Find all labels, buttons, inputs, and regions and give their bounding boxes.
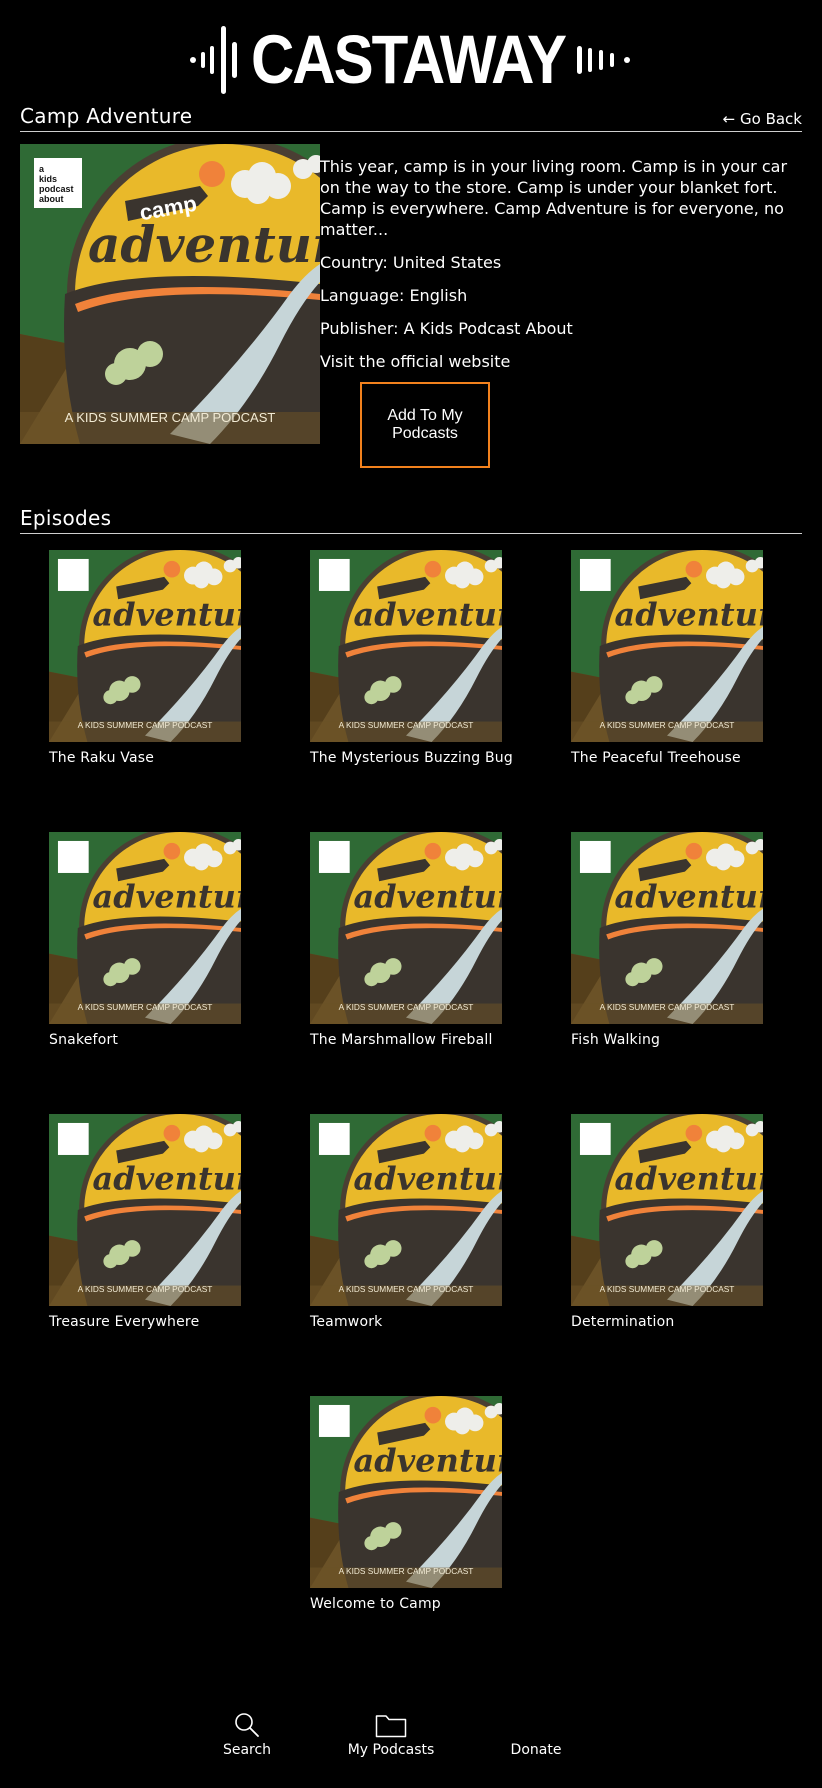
podcast-info: This year, camp is in your living room. …	[320, 156, 806, 384]
episode-thumbnail: adventure A KIDS SUMMER CAMP PODCAST	[310, 1396, 502, 1588]
art-word-adventure: adventure	[354, 1442, 502, 1480]
add-to-my-podcasts-button[interactable]: Add To My Podcasts	[360, 382, 490, 468]
episode-thumbnail: adventure A KIDS SUMMER CAMP PODCAST	[310, 1114, 502, 1306]
episode-thumbnail: adventure A KIDS SUMMER CAMP PODCAST	[310, 832, 502, 1024]
art-caption: A KIDS SUMMER CAMP PODCAST	[339, 1566, 474, 1576]
episode-thumbnail: adventure A KIDS SUMMER CAMP PODCAST	[49, 1114, 241, 1306]
episode-title: The Mysterious Buzzing Bug	[310, 750, 513, 766]
app-logo: CASTAWAY	[0, 24, 822, 96]
episode-card[interactable]: adventure A KIDS SUMMER CAMP PODCAST Welc…	[310, 1396, 520, 1612]
episode-title: Fish Walking	[571, 1032, 661, 1048]
episode-thumbnail: adventure A KIDS SUMMER CAMP PODCAST	[571, 832, 763, 1024]
art-caption: A KIDS SUMMER CAMP PODCAST	[600, 1002, 735, 1012]
podcast-description: This year, camp is in your living room. …	[320, 157, 788, 239]
podcast-cover-art: a kids podcast about camp adventure A KI…	[20, 136, 383, 452]
episode-title: Treasure Everywhere	[49, 1314, 200, 1330]
art-word-adventure: adventure	[93, 878, 241, 916]
episode-card[interactable]: adventure A KIDS SUMMER CAMP PODCAST Dete…	[571, 1114, 781, 1330]
art-word-adventure: adventure	[615, 1160, 763, 1198]
episode-title: The Raku Vase	[49, 750, 155, 766]
episodes-header: Episodes	[20, 506, 802, 534]
cover-art-image: a kids podcast about camp adventure A KI…	[20, 136, 383, 452]
nav-item-search[interactable]: Search	[187, 1710, 307, 1758]
badge-text-3: podcast	[39, 184, 74, 194]
official-website-link[interactable]: Visit the official website	[320, 351, 806, 372]
art-word-adventure: adventure	[93, 1160, 241, 1198]
go-back-link[interactable]: ← Go Back	[723, 110, 802, 128]
soundwave-right-icon	[577, 46, 631, 74]
art-caption: A KIDS SUMMER CAMP PODCAST	[78, 1002, 213, 1012]
nav-item-donate[interactable]: Donate	[476, 1710, 596, 1758]
badge-text-2: kids	[39, 174, 57, 184]
episode-thumbnail: adventure A KIDS SUMMER CAMP PODCAST	[571, 550, 763, 742]
art-word-adventure: adventure	[615, 596, 763, 634]
art-caption: A KIDS SUMMER CAMP PODCAST	[600, 720, 735, 730]
bottom-nav: Search My Podcasts Donate	[0, 1710, 822, 1770]
episode-title: Teamwork	[310, 1314, 383, 1330]
episode-thumbnail: adventure A KIDS SUMMER CAMP PODCAST	[571, 1114, 763, 1306]
episode-card[interactable]: adventure A KIDS SUMMER CAMP PODCAST The …	[571, 550, 781, 766]
episode-thumbnail: adventure A KIDS SUMMER CAMP PODCAST	[49, 550, 241, 742]
episode-title: Determination	[571, 1314, 675, 1330]
art-caption: A KIDS SUMMER CAMP PODCAST	[339, 1284, 474, 1294]
episode-card[interactable]: adventure A KIDS SUMMER CAMP PODCAST Fish…	[571, 832, 781, 1048]
episode-title: Welcome to Camp	[310, 1596, 441, 1612]
soundwave-left-icon	[189, 26, 237, 94]
episode-card[interactable]: adventure A KIDS SUMMER CAMP PODCAST The …	[49, 550, 259, 766]
app-logo-text: CASTAWAY	[250, 20, 567, 98]
art-caption: A KIDS SUMMER CAMP PODCAST	[78, 1284, 213, 1294]
search-icon	[235, 1713, 259, 1737]
episode-card[interactable]: adventure A KIDS SUMMER CAMP PODCAST The …	[310, 832, 520, 1048]
episode-card[interactable]: adventure A KIDS SUMMER CAMP PODCAST Snak…	[49, 832, 259, 1048]
nav-label-search: Search	[222, 1742, 272, 1758]
art-caption: A KIDS SUMMER CAMP PODCAST	[339, 1002, 474, 1012]
nav-label-donate: Donate	[510, 1742, 562, 1758]
podcast-header: Camp Adventure ← Go Back	[20, 104, 802, 132]
nav-label-my-podcasts: My Podcasts	[347, 1742, 435, 1758]
art-word-adventure: adventure	[354, 596, 502, 634]
art-word-adventure: adventure	[88, 215, 320, 274]
badge-text-4: about	[39, 194, 64, 204]
art-caption: A KIDS SUMMER CAMP PODCAST	[78, 720, 213, 730]
episode-thumbnail: adventure A KIDS SUMMER CAMP PODCAST	[49, 832, 241, 1024]
nav-item-my-podcasts[interactable]: My Podcasts	[331, 1710, 451, 1758]
folder-icon	[375, 1715, 407, 1738]
episode-card[interactable]: adventure A KIDS SUMMER CAMP PODCAST The …	[310, 550, 520, 766]
art-word-adventure: adventure	[354, 1160, 502, 1198]
art-word-adventure: adventure	[93, 596, 241, 634]
episode-title: Snakefort	[49, 1032, 119, 1048]
art-caption: A KIDS SUMMER CAMP PODCAST	[600, 1284, 735, 1294]
episode-title: The Marshmallow Fireball	[310, 1032, 493, 1048]
art-word-adventure: adventure	[354, 878, 502, 916]
podcast-title: Camp Adventure	[20, 104, 193, 128]
podcast-language: Language: English	[320, 286, 468, 305]
episode-title: The Peaceful Treehouse	[571, 750, 741, 766]
episode-thumbnail: adventure A KIDS SUMMER CAMP PODCAST	[310, 550, 502, 742]
episode-card[interactable]: adventure A KIDS SUMMER CAMP PODCAST Team…	[310, 1114, 520, 1330]
podcast-publisher: Publisher: A Kids Podcast About	[320, 319, 573, 338]
art-word-adventure: adventure	[615, 878, 763, 916]
art-caption: A KIDS SUMMER CAMP PODCAST	[65, 410, 276, 425]
podcast-country: Country: United States	[320, 253, 502, 272]
episode-card[interactable]: adventure A KIDS SUMMER CAMP PODCAST Trea…	[49, 1114, 259, 1330]
episodes-section-title: Episodes	[20, 506, 112, 530]
art-caption: A KIDS SUMMER CAMP PODCAST	[339, 720, 474, 730]
